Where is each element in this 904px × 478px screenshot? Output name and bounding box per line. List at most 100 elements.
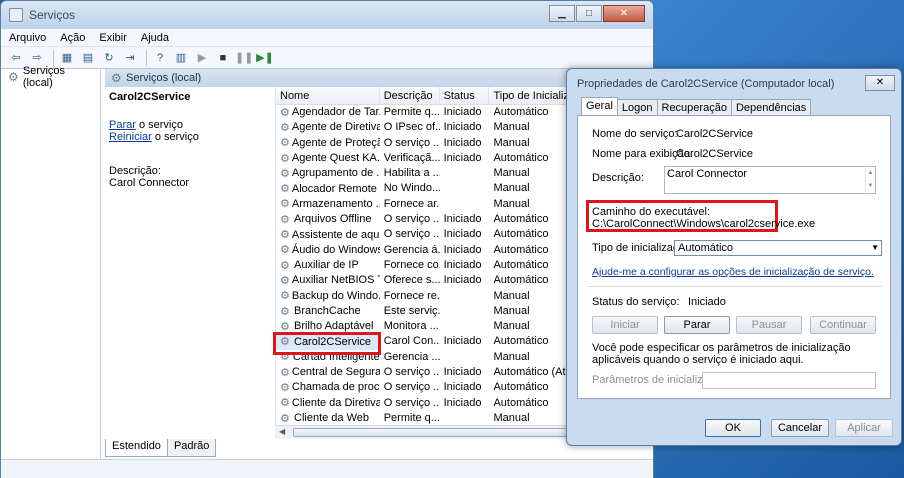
restart-service-link[interactable]: Reiniciar	[109, 131, 152, 143]
service-name-cell[interactable]: ⚙Central de Segura...	[276, 365, 380, 380]
description-cell: No Windo...	[383, 182, 440, 195]
tab-extended[interactable]: Estendido	[105, 439, 168, 457]
dialog-close-button[interactable]: ✕	[865, 75, 895, 91]
gear-icon: ⚙	[280, 229, 290, 242]
service-name-cell[interactable]: ⚙ Áudio do Windows	[276, 243, 380, 258]
title-bar[interactable]: Serviços ▁ □ ✕	[1, 1, 653, 29]
service-name-cell[interactable]: ⚙ Arquivos Offline	[276, 212, 380, 227]
column-nome[interactable]: Nome	[276, 87, 380, 104]
service-name-value: Carol2CService	[676, 128, 754, 140]
highlight-box	[273, 332, 381, 355]
description-cell: Monitora ...	[383, 320, 439, 333]
menu-arquivo[interactable]: Arquivo	[9, 32, 46, 44]
services-app-icon	[9, 8, 23, 22]
help-icon[interactable]: ?	[151, 50, 169, 66]
tab-recuperacao[interactable]: Recuperação	[656, 99, 732, 115]
window-title: Serviços	[29, 8, 76, 22]
service-name-cell[interactable]: ⚙ Agente Quest KA...	[276, 151, 380, 166]
start-button[interactable]: Iniciar	[592, 316, 658, 334]
help-configure-link[interactable]: Ajude-me a configurar as opções de inici…	[592, 266, 874, 278]
column-status[interactable]: Status	[440, 87, 490, 104]
status-cell	[440, 197, 490, 212]
console-tree: ⚙ Serviços (local)	[5, 65, 101, 459]
exe-path-label: Caminho do executável:	[592, 206, 711, 218]
pause-icon[interactable]: ❚❚	[235, 50, 253, 66]
service-name-cell[interactable]: ⚙Assistente de aqui...	[276, 227, 380, 242]
service-name-cell[interactable]: ⚙ Armazenamento ...	[276, 197, 380, 212]
service-name-cell[interactable]: ⚙ Auxiliar de IP	[276, 258, 380, 273]
gear-icon: ⚙	[280, 397, 290, 410]
service-name-cell[interactable]: ⚙Agente de Proteçã...	[276, 136, 380, 151]
description-cell: Fornece co...	[383, 258, 440, 271]
service-name-cell[interactable]: ⚙ Chamada de proc...	[276, 380, 380, 395]
description-box[interactable]: Carol Connector ▲ ▼	[664, 166, 876, 194]
service-name-cell[interactable]: ⚙ Cliente da Web	[276, 411, 380, 426]
view-tabs: Estendido Padrão	[105, 439, 217, 457]
play-icon[interactable]: ▶	[193, 50, 211, 66]
status-cell	[440, 289, 490, 304]
service-name-cell[interactable]: ⚙ Agendador de Tar...	[276, 105, 380, 120]
cancel-button[interactable]: Cancelar	[771, 419, 829, 437]
service-name-cell[interactable]: ⚙Cliente da Diretiva...	[276, 396, 380, 411]
description-label: Descrição:	[592, 172, 644, 184]
console-tree-icon[interactable]: ▦	[58, 50, 76, 66]
tab-standard[interactable]: Padrão	[166, 439, 217, 457]
status-cell	[440, 319, 490, 334]
tab-geral[interactable]: Geral	[581, 97, 618, 115]
stop-button[interactable]: Parar	[664, 316, 730, 334]
startup-type-select[interactable]: Automático ▼	[674, 240, 882, 256]
stop-service-link[interactable]: Parar	[109, 119, 136, 131]
maximize-button[interactable]: □	[576, 5, 602, 22]
pause-button[interactable]: Pausar	[736, 316, 802, 334]
minimize-button[interactable]: ▁	[549, 5, 575, 22]
show-hide-icon[interactable]: ▥	[172, 50, 190, 66]
restart-icon[interactable]: ▶❚	[256, 50, 274, 66]
continue-button[interactable]: Continuar	[810, 316, 876, 334]
service-name-cell[interactable]: ⚙ Backup do Windo...	[276, 289, 380, 304]
gear-icon: ⚙	[280, 183, 290, 196]
description-scrollbar[interactable]: ▲ ▼	[865, 167, 875, 193]
description-cell: O serviço ...	[383, 396, 440, 409]
menu-exibir[interactable]: Exibir	[99, 32, 127, 44]
menu-acao[interactable]: Ação	[60, 32, 85, 44]
status-cell	[440, 411, 490, 426]
status-bar	[1, 459, 653, 478]
gear-icon: ⚙	[280, 121, 290, 134]
column-descricao[interactable]: Descrição	[380, 87, 440, 104]
properties-dialog: Propriedades de Carol2CService (Computad…	[566, 68, 902, 446]
scroll-left-icon[interactable]: ◀	[279, 427, 285, 436]
description-cell: O serviço ...	[383, 228, 440, 241]
service-name-cell[interactable]: ⚙Auxiliar NetBIOS T...	[276, 273, 380, 288]
back-arrow-icon[interactable]: ⇦	[7, 50, 25, 66]
forward-arrow-icon[interactable]: ⇨	[28, 50, 46, 66]
stop-icon[interactable]: ■	[214, 50, 232, 66]
toolbar: ⇦ ⇨ ▦ ▤ ↻ ⇥ ? ▥ ▶ ■ ❚❚ ▶❚	[1, 47, 653, 69]
service-name-cell[interactable]: ⚙ Agrupamento de ...	[276, 166, 380, 181]
export-icon[interactable]: ⇥	[121, 50, 139, 66]
service-name-cell[interactable]: ⚙Agente de Diretiva...	[276, 120, 380, 135]
gear-icon: ⚙	[280, 274, 290, 287]
status-cell: Iniciado	[443, 366, 482, 379]
description-cell: Verificaçã...	[383, 151, 440, 164]
tab-logon[interactable]: Logon	[616, 99, 658, 115]
gear-icon: ⚙	[280, 137, 290, 150]
refresh-icon[interactable]: ↻	[100, 50, 118, 66]
description-cell: Permite q...	[383, 106, 440, 118]
tree-item-services-local[interactable]: ⚙ Serviços (local)	[5, 65, 100, 89]
ok-button[interactable]: OK	[705, 419, 761, 437]
service-name-cell[interactable]: ⚙ BranchCache	[276, 304, 380, 319]
gear-icon: ⚙	[280, 412, 290, 425]
service-name-cell[interactable]: ⚙ Alocador Remote ...	[276, 181, 380, 196]
properties-icon[interactable]: ▤	[79, 50, 97, 66]
scroll-thumb[interactable]	[293, 428, 585, 437]
service-status-value: Iniciado	[688, 296, 726, 308]
gear-icon: ⚙	[280, 167, 290, 180]
close-button[interactable]: ✕	[603, 5, 645, 22]
tab-dependencias[interactable]: Dependências	[730, 99, 812, 115]
start-parameters-input[interactable]	[702, 372, 876, 389]
description-cell: O serviço ...	[383, 213, 440, 226]
menu-ajuda[interactable]: Ajuda	[141, 32, 169, 44]
gear-icon: ⚙	[280, 106, 290, 119]
dialog-tabs: Geral Logon Recuperação Dependências	[581, 97, 812, 115]
apply-button[interactable]: Aplicar	[835, 419, 893, 437]
